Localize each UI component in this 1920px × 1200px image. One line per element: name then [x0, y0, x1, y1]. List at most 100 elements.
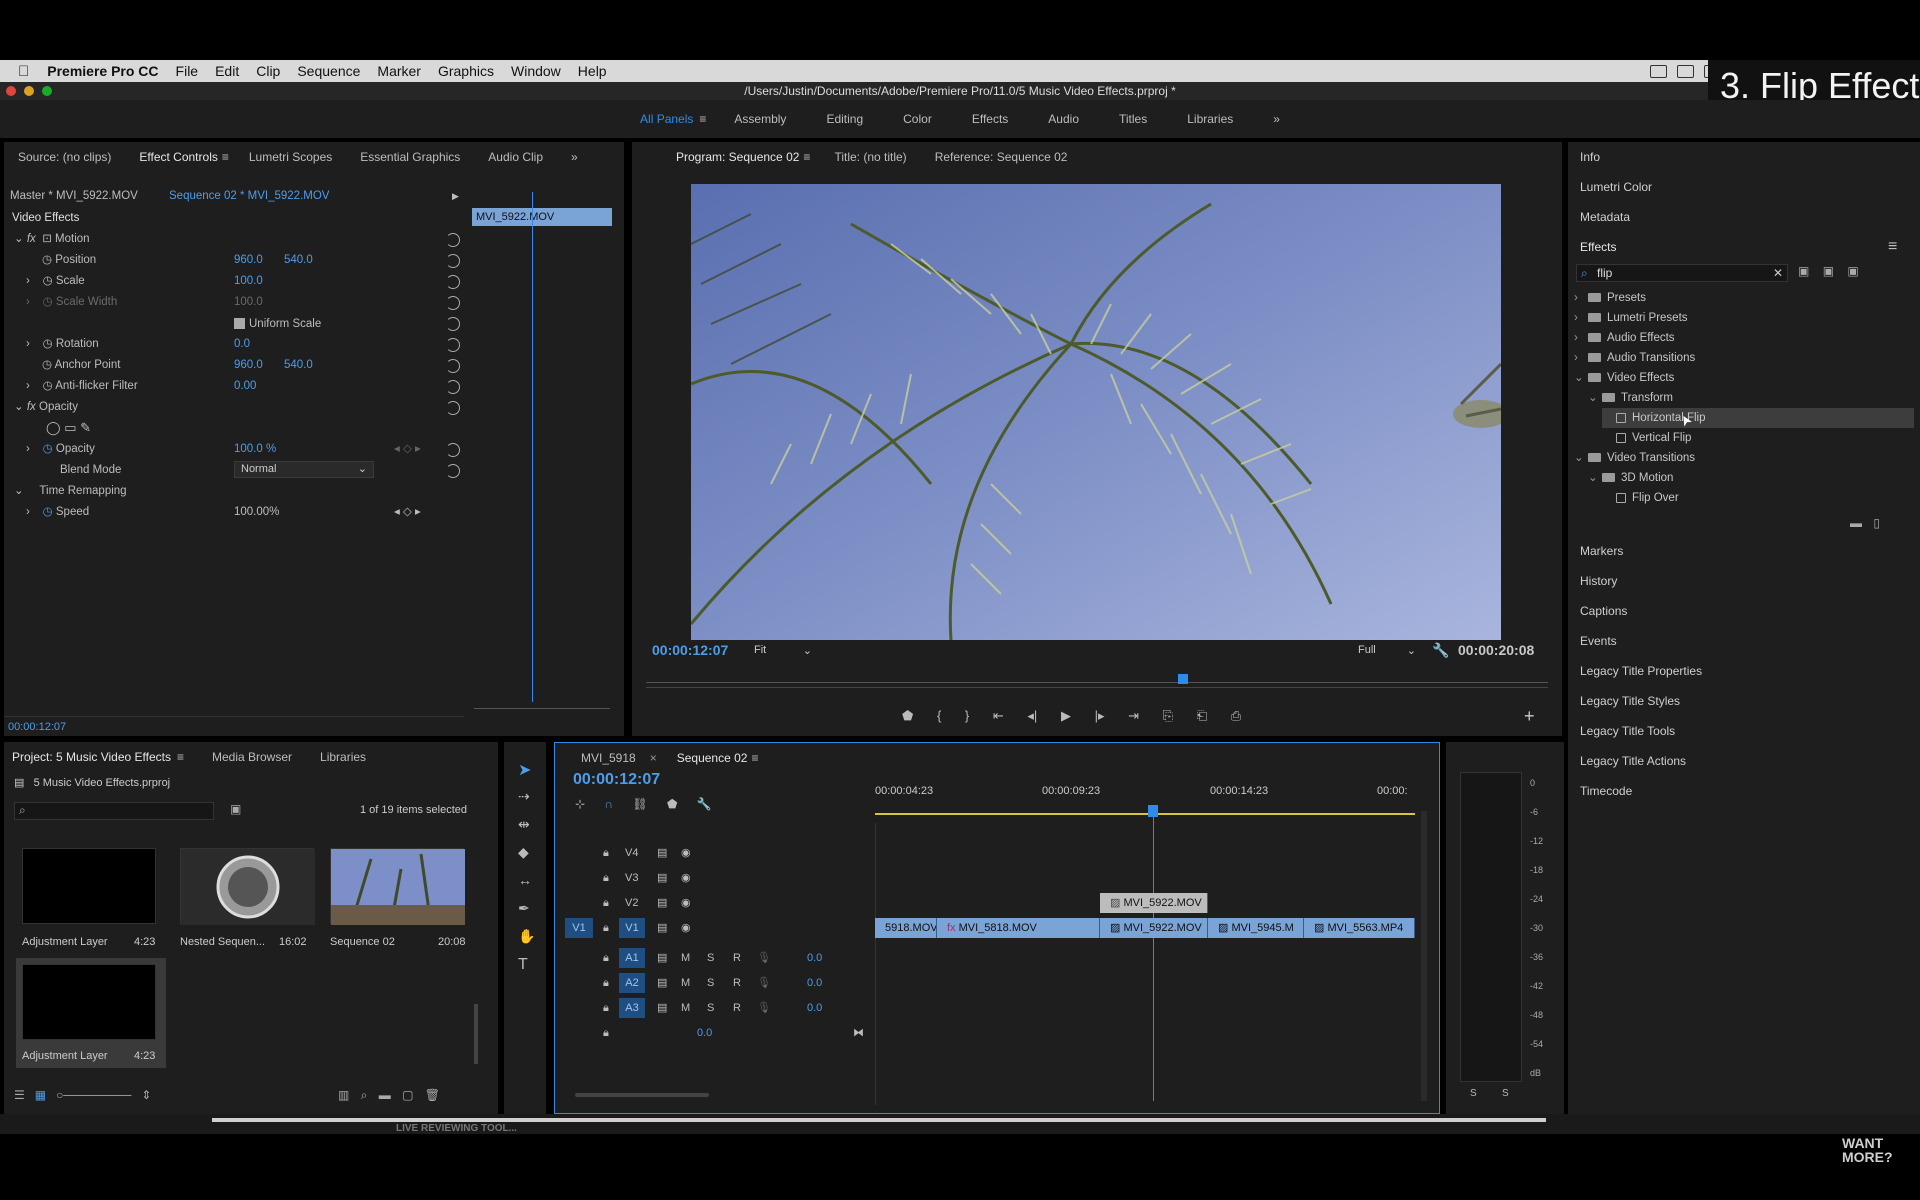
meter-solo-right[interactable]: S [1502, 1088, 1509, 1099]
lock-icon[interactable]: 🔒︎ [603, 971, 609, 995]
scale-value[interactable]: 100.0 [234, 271, 263, 291]
thumbnail-adjustment-layer[interactable] [22, 848, 156, 924]
tab-lumetri-scopes[interactable]: Lumetri Scopes [235, 150, 346, 164]
motion-row[interactable]: ⌄ fx ⊡ Motion [14, 229, 90, 249]
effects-tree-item[interactable]: ⌄ Video Transitions [1574, 448, 1695, 468]
new-bin-icon[interactable]: ▬ [379, 1088, 391, 1102]
panel-info[interactable]: Info [1580, 150, 1600, 164]
nest-icon[interactable]: ⊹ [575, 797, 585, 811]
sync-lock-icon[interactable]: ▤ [657, 996, 667, 1020]
track-volume[interactable]: 0.0 [807, 996, 822, 1020]
v2-clip[interactable]: ▨ MVI_5922.MOV [1100, 893, 1208, 913]
effects-tree-item[interactable]: › Presets [1574, 288, 1646, 308]
reset-icon[interactable] [446, 359, 460, 373]
v1-clip[interactable]: fx MVI_5818.MOV [937, 918, 1100, 938]
timeline-vertical-scrollbar[interactable] [1421, 811, 1427, 1101]
master-clip-label[interactable]: Master * MVI_5922.MOV [10, 186, 138, 206]
zoom-window-icon[interactable] [42, 86, 52, 96]
fit-select[interactable]: Fit ⌄ [754, 644, 812, 660]
effects-tree-item[interactable]: ⌄ Transform [1588, 388, 1673, 408]
effects-tree-item[interactable]: › Audio Effects [1574, 328, 1675, 348]
pen-tool-icon[interactable]: ✒ [518, 900, 530, 917]
menu-sequence[interactable]: Sequence [297, 63, 360, 79]
fx-icon[interactable]: fx [27, 401, 36, 413]
chevron-right-icon[interactable]: › [1574, 288, 1588, 308]
panel-effects[interactable]: Effects [1580, 240, 1616, 254]
ec-playhead[interactable] [532, 192, 533, 702]
timeline-settings-icon[interactable]: 🔧 [697, 797, 712, 811]
sync-lock-icon[interactable]: ▤ [657, 916, 667, 940]
ellipse-mask-icon[interactable]: ◯ [46, 420, 61, 435]
speed-keyframe-nav[interactable]: ◂ ◇ ▸ [394, 502, 421, 522]
stopwatch-icon[interactable]: ◷ [43, 380, 53, 392]
keyframe-nav[interactable]: ◂ ◇ ▸ [394, 439, 421, 459]
effects-search-input[interactable]: ⌕ flip ✕ [1576, 264, 1788, 282]
workspace-audio[interactable]: Audio [1048, 112, 1079, 126]
timeline-timecode[interactable]: 00:00:12:07 [573, 771, 660, 789]
effects-tree-item[interactable]: Horizontal Flip [1602, 408, 1914, 428]
panel-history[interactable]: History [1580, 574, 1617, 588]
v1-clip[interactable]: 5918.MOV [875, 918, 937, 938]
microphone-icon[interactable]: 🎙 [757, 946, 771, 970]
sync-lock-icon[interactable]: ▤ [657, 971, 667, 995]
lock-icon[interactable]: 🔒︎ [603, 891, 609, 915]
reset-icon[interactable] [446, 275, 460, 289]
panel-legacy-title-actions[interactable]: Legacy Title Actions [1580, 754, 1686, 768]
mark-in-icon[interactable]: { [937, 708, 941, 723]
mute-button[interactable]: M [681, 996, 690, 1020]
lock-icon[interactable]: 🔒︎ [603, 916, 609, 940]
eye-icon[interactable]: ◉ [681, 841, 691, 865]
chevron-right-icon[interactable]: › [26, 338, 30, 350]
tab-reference[interactable]: Reference: Sequence 02 [921, 150, 1082, 164]
panel-captions[interactable]: Captions [1580, 604, 1627, 618]
panel-menu-icon[interactable]: ≡ [177, 750, 184, 764]
v1-clip[interactable]: ▨ MVI_5945.M [1208, 918, 1304, 938]
time-remap-row[interactable]: ⌄ Time Remapping [14, 481, 127, 501]
reset-icon[interactable] [446, 296, 460, 310]
expand-timeline-icon[interactable]: ▶ [452, 186, 459, 206]
program-playhead[interactable] [1178, 674, 1188, 684]
panel-legacy-title-tools[interactable]: Legacy Title Tools [1580, 724, 1675, 738]
type-tool-icon[interactable]: T [518, 956, 528, 974]
panel-menu-icon[interactable]: ≡ [222, 150, 229, 164]
effects-tree-item[interactable]: ⌄ Video Effects [1574, 368, 1674, 388]
workspace-titles[interactable]: Titles [1119, 112, 1147, 126]
workspace-effects[interactable]: Effects [972, 112, 1008, 126]
menu-marker[interactable]: Marker [377, 63, 421, 79]
chevron-down-icon[interactable]: ⌄ [1588, 388, 1602, 408]
clear-search-icon[interactable]: ✕ [1773, 265, 1783, 281]
workspace-assembly[interactable]: Assembly [734, 112, 786, 126]
tab-sequence-02[interactable]: Sequence 02 [663, 751, 762, 765]
solo-button[interactable]: S [707, 946, 714, 970]
chevron-right-icon[interactable]: › [26, 380, 30, 392]
ripple-edit-tool-icon[interactable]: ⇹ [518, 816, 530, 833]
track-volume[interactable]: 0.0 [807, 946, 822, 970]
program-current-timecode[interactable]: 00:00:12:07 [652, 642, 728, 658]
panel-legacy-title-styles[interactable]: Legacy Title Styles [1580, 694, 1680, 708]
menu-edit[interactable]: Edit [215, 63, 239, 79]
wrench-icon[interactable]: 🔧 [1432, 642, 1449, 659]
reset-icon[interactable] [446, 233, 460, 247]
selection-tool-icon[interactable]: ➤ [518, 760, 531, 780]
new-bin-icon[interactable]: ▬ [1850, 516, 1862, 530]
menu-app-name[interactable]: Premiere Pro CC [47, 63, 158, 79]
reset-icon[interactable] [446, 443, 460, 457]
reset-icon[interactable] [446, 401, 460, 415]
play-icon[interactable]: ▶ [1061, 708, 1071, 723]
minimize-window-icon[interactable] [24, 86, 34, 96]
workspace-libraries[interactable]: Libraries [1187, 112, 1233, 126]
eye-icon[interactable]: ◉ [681, 866, 691, 890]
master-volume[interactable]: 0.0 [697, 1021, 712, 1045]
opacity-value[interactable]: 100.0 % [234, 439, 276, 459]
track-label[interactable]: A1 [619, 948, 645, 968]
linked-selection-icon[interactable]: ⛓ [632, 797, 647, 811]
new-item-icon[interactable]: ▢ [402, 1088, 413, 1102]
thumbnail-nested-sequence[interactable] [180, 848, 315, 925]
reset-icon[interactable] [446, 464, 460, 478]
slip-tool-icon[interactable]: ↔ [518, 872, 532, 888]
chevron-down-icon[interactable]: ⌄ [1588, 468, 1602, 488]
work-area-bar[interactable] [875, 813, 1415, 815]
opacity-section-row[interactable]: ⌄ fx Opacity [14, 397, 78, 417]
automate-to-sequence-icon[interactable]: ▥ [338, 1088, 349, 1102]
effects-tree-item[interactable]: ⌄ 3D Motion [1588, 468, 1673, 488]
